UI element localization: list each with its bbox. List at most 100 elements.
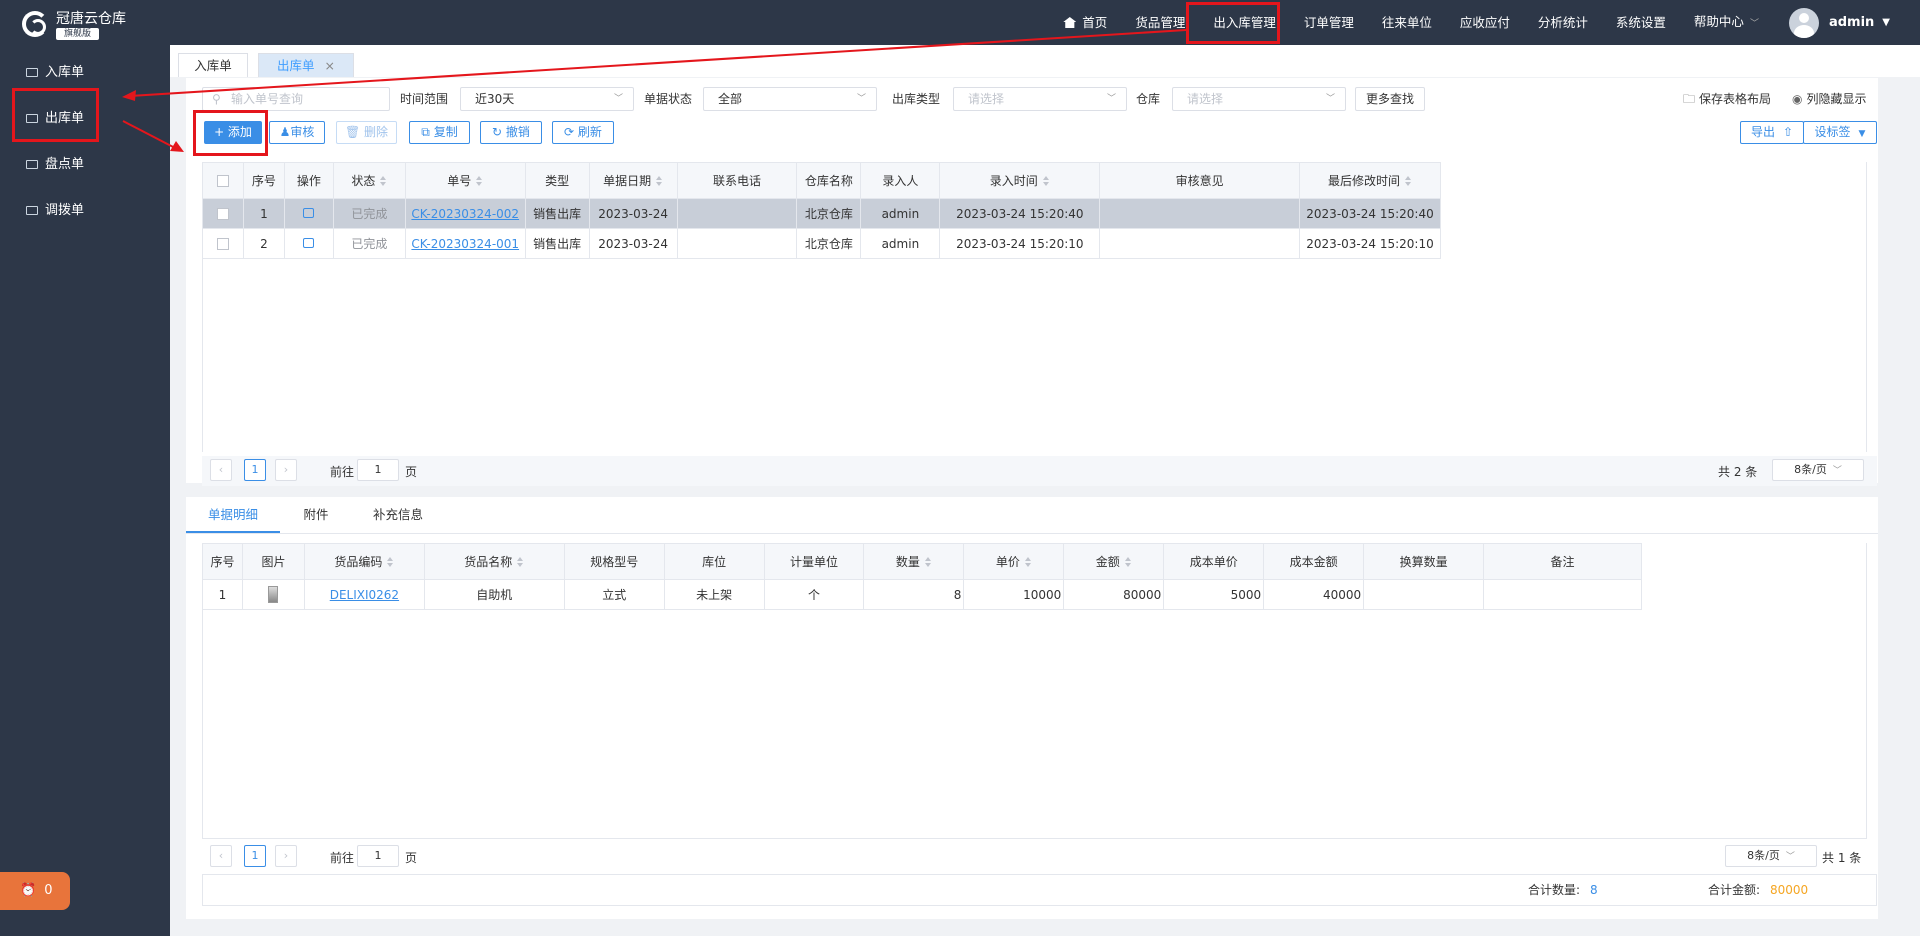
page-number[interactable]: 1 <box>244 845 266 867</box>
cell-cost-price: 5000 <box>1163 579 1265 610</box>
tab-detail[interactable]: 单据明细 <box>186 497 280 533</box>
page-size-select[interactable]: 8条/页 ﹀ <box>1772 459 1864 481</box>
checkbox[interactable] <box>216 208 229 220</box>
checkbox[interactable] <box>216 238 229 250</box>
row-checkbox-cell[interactable] <box>202 198 244 229</box>
col-header[interactable]: 单据日期 <box>588 162 678 199</box>
cell-amount: 80000 <box>1063 579 1165 610</box>
add-button[interactable]: + 添加 <box>204 121 262 144</box>
tab-outbound[interactable]: 出库单 × <box>258 53 354 77</box>
export-button[interactable]: 导出 ⇧ <box>1740 121 1804 144</box>
hide-columns-button[interactable]: ◉ 列隐藏显示 <box>1792 88 1867 110</box>
col-header[interactable]: 录入时间 <box>939 162 1101 199</box>
delete-label: 删除 <box>364 125 389 139</box>
close-icon[interactable]: × <box>325 58 335 73</box>
col-header: 序号 <box>242 162 285 199</box>
nav-settings[interactable]: 系统设置 <box>1602 0 1680 45</box>
set-tag-button[interactable]: 设标签 ▼ <box>1803 121 1877 144</box>
sort-icon[interactable] <box>1124 557 1132 567</box>
nav-analytics[interactable]: 分析统计 <box>1524 0 1602 45</box>
table-row[interactable]: 2 已完成 CK-20230324-001 销售出库 2023-03-24 北京… <box>202 228 1441 259</box>
cell-code: CK-20230324-002 <box>404 198 526 229</box>
total-qty-label: 合计数量: <box>1528 883 1581 897</box>
nav-partners[interactable]: 往来单位 <box>1368 0 1446 45</box>
cell-cost-amount: 40000 <box>1263 579 1365 610</box>
sidebar-item-stocktake[interactable]: 盘点单 <box>0 142 170 188</box>
trash-icon: 🗑 <box>344 125 365 139</box>
product-image-icon[interactable] <box>268 586 279 603</box>
status-select[interactable]: 全部 ﹀ <box>703 87 877 111</box>
caret-down-icon: ▼ <box>1882 17 1890 28</box>
nav-help[interactable]: 帮助中心 ﹀ <box>1680 0 1773 47</box>
page-number[interactable]: 1 <box>244 459 266 481</box>
print-icon[interactable] <box>303 207 315 218</box>
table-row[interactable]: 1 DELIXI0262 自助机 立式 未上架 个 8 10000 80000 … <box>202 579 1642 610</box>
col-header[interactable]: 货品名称 <box>423 543 565 580</box>
sidebar-item-transfer[interactable]: 调拨单 <box>0 188 170 234</box>
search-input[interactable]: ⚲ 输入单号查询 <box>202 87 390 111</box>
nav-inout[interactable]: 出入库管理 <box>1199 0 1290 45</box>
chevron-down-icon: ﹀ <box>1785 852 1795 862</box>
sort-icon[interactable] <box>656 176 663 186</box>
prev-page-button[interactable]: ‹ <box>210 845 232 867</box>
save-layout-button[interactable]: 🗀 保存表格布局 <box>1683 88 1771 110</box>
cell-image <box>241 579 305 610</box>
alarm-button[interactable]: ⏰ 0 <box>0 872 70 910</box>
cell-phone <box>676 198 798 229</box>
sort-icon[interactable] <box>387 557 394 567</box>
revoke-label: 撤销 <box>505 125 530 139</box>
warehouse-select[interactable]: 请选择 ﹀ <box>1172 87 1346 111</box>
tab-inbound[interactable]: 入库单 <box>178 53 248 77</box>
next-page-button[interactable]: › <box>275 459 297 481</box>
col-header[interactable]: 单号 <box>404 162 526 199</box>
select-all-checkbox[interactable] <box>202 162 244 199</box>
sort-icon[interactable] <box>1405 176 1412 186</box>
print-icon[interactable] <box>303 237 315 248</box>
nav-home[interactable]: 首页 <box>1049 0 1121 45</box>
copy-button[interactable]: ⧉ 复制 <box>409 121 470 144</box>
nav-orders[interactable]: 订单管理 <box>1290 0 1368 45</box>
sidebar-item-inbound[interactable]: 入库单 <box>0 50 170 96</box>
col-header[interactable]: 金额 <box>1063 543 1165 580</box>
col-header[interactable]: 最后修改时间 <box>1299 162 1441 199</box>
range-select[interactable]: 近30天 ﹀ <box>460 87 634 111</box>
product-code-link[interactable]: DELIXI0262 <box>330 588 399 602</box>
table-row[interactable]: 1 已完成 CK-20230324-002 销售出库 2023-03-24 北京… <box>202 198 1441 229</box>
next-page-button[interactable]: › <box>275 845 297 867</box>
goto-page-input[interactable]: 1 <box>357 459 399 481</box>
tab-extra-info[interactable]: 补充信息 <box>358 497 438 533</box>
audit-button[interactable]: ♟审核 <box>269 121 325 144</box>
sort-icon[interactable] <box>476 176 483 186</box>
order-code-link[interactable]: CK-20230324-001 <box>411 237 519 251</box>
sort-icon[interactable] <box>924 557 932 567</box>
row-checkbox-cell[interactable] <box>202 228 244 259</box>
delete-button[interactable]: 🗑 删除 <box>336 121 397 144</box>
goto-page-input[interactable]: 1 <box>357 845 399 867</box>
tab-label: 出库单 <box>277 58 315 73</box>
nav-finance[interactable]: 应收应付 <box>1446 0 1524 45</box>
cell-type: 销售出库 <box>524 228 590 259</box>
checkbox[interactable] <box>216 175 229 187</box>
col-header[interactable]: 单价 <box>963 543 1065 580</box>
page-size-select[interactable]: 8条/页 ﹀ <box>1725 845 1817 867</box>
sort-icon[interactable] <box>517 557 524 567</box>
prev-page-button[interactable]: ‹ <box>210 459 232 481</box>
sort-icon[interactable] <box>1024 557 1032 567</box>
sidebar-item-outbound[interactable]: 出库单 <box>0 96 170 142</box>
col-header[interactable]: 状态 <box>332 162 406 199</box>
nav-goods[interactable]: 货品管理 <box>1121 0 1199 45</box>
tab-attachments[interactable]: 附件 <box>286 497 346 533</box>
more-search-button[interactable]: 更多查找 <box>1355 87 1425 111</box>
col-header[interactable]: 数量 <box>863 543 965 580</box>
revoke-button[interactable]: ↻ 撤销 <box>480 121 542 144</box>
user-menu[interactable]: admin ▼ <box>1773 7 1920 38</box>
cell-no: 2 <box>242 228 285 259</box>
refresh-button[interactable]: ⟳ 刷新 <box>552 121 614 144</box>
order-code-link[interactable]: CK-20230324-002 <box>411 207 519 221</box>
total-qty-value: 8 <box>1590 883 1598 897</box>
type-select[interactable]: 请选择 ﹀ <box>953 87 1127 111</box>
sort-icon[interactable] <box>1042 176 1050 186</box>
cell-warehouse: 北京仓库 <box>796 198 862 229</box>
sort-icon[interactable] <box>380 176 387 186</box>
col-header[interactable]: 货品编码 <box>303 543 425 580</box>
